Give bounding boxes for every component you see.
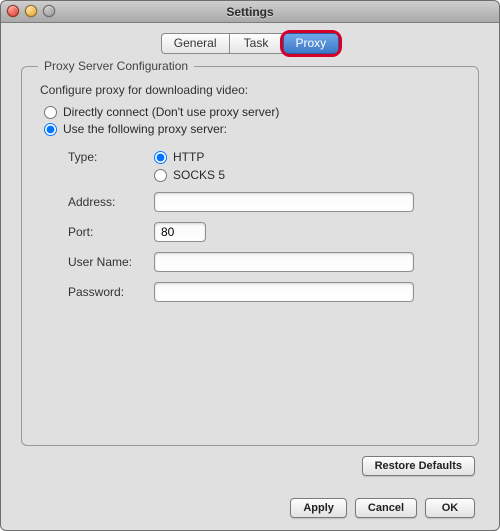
address-label: Address: [68,195,146,209]
username-input[interactable] [154,252,414,272]
titlebar: Settings [1,1,499,23]
zoom-icon[interactable] [43,5,55,17]
address-input[interactable] [154,192,414,212]
password-label: Password: [68,285,146,299]
type-socks5-option[interactable]: SOCKS 5 [154,168,225,182]
minimize-icon[interactable] [25,5,37,17]
password-input[interactable] [154,282,414,302]
port-input[interactable] [154,222,206,242]
mode-useproxy-label: Use the following proxy server: [63,122,227,136]
close-icon[interactable] [7,5,19,17]
tab-proxy-label: Proxy [296,36,327,50]
proxy-groupbox: Proxy Server Configuration Configure pro… [21,66,479,446]
mode-useproxy-option[interactable]: Use the following proxy server: [44,122,462,136]
username-label: User Name: [68,255,146,269]
port-label: Port: [68,225,146,239]
window-title: Settings [226,5,273,19]
type-socks5-label: SOCKS 5 [173,168,225,182]
tab-general[interactable]: General [161,33,229,54]
mode-useproxy-radio[interactable] [44,123,57,136]
window-controls [7,5,55,17]
tab-proxy[interactable]: Proxy [283,33,340,54]
tab-task[interactable]: Task [229,33,283,54]
mode-direct-radio[interactable] [44,106,57,119]
cancel-button[interactable]: Cancel [355,498,417,518]
type-http-option[interactable]: HTTP [154,150,225,164]
mode-direct-option[interactable]: Directly connect (Don't use proxy server… [44,105,462,119]
restore-defaults-button[interactable]: Restore Defaults [362,456,475,476]
type-label: Type: [68,150,146,164]
type-http-radio[interactable] [154,151,167,164]
type-http-label: HTTP [173,150,204,164]
group-legend: Proxy Server Configuration [38,59,194,73]
group-subtitle: Configure proxy for downloading video: [40,83,462,97]
mode-direct-label: Directly connect (Don't use proxy server… [63,105,279,119]
settings-window: Settings General Task Proxy Proxy Server… [0,0,500,531]
tabs: General Task Proxy [1,33,499,54]
dialog-footer: Apply Cancel OK [1,498,475,518]
proxy-form: Type: HTTP SOCKS 5 Address: Port: [68,150,454,302]
apply-button[interactable]: Apply [290,498,347,518]
type-socks5-radio[interactable] [154,169,167,182]
ok-button[interactable]: OK [425,498,475,518]
